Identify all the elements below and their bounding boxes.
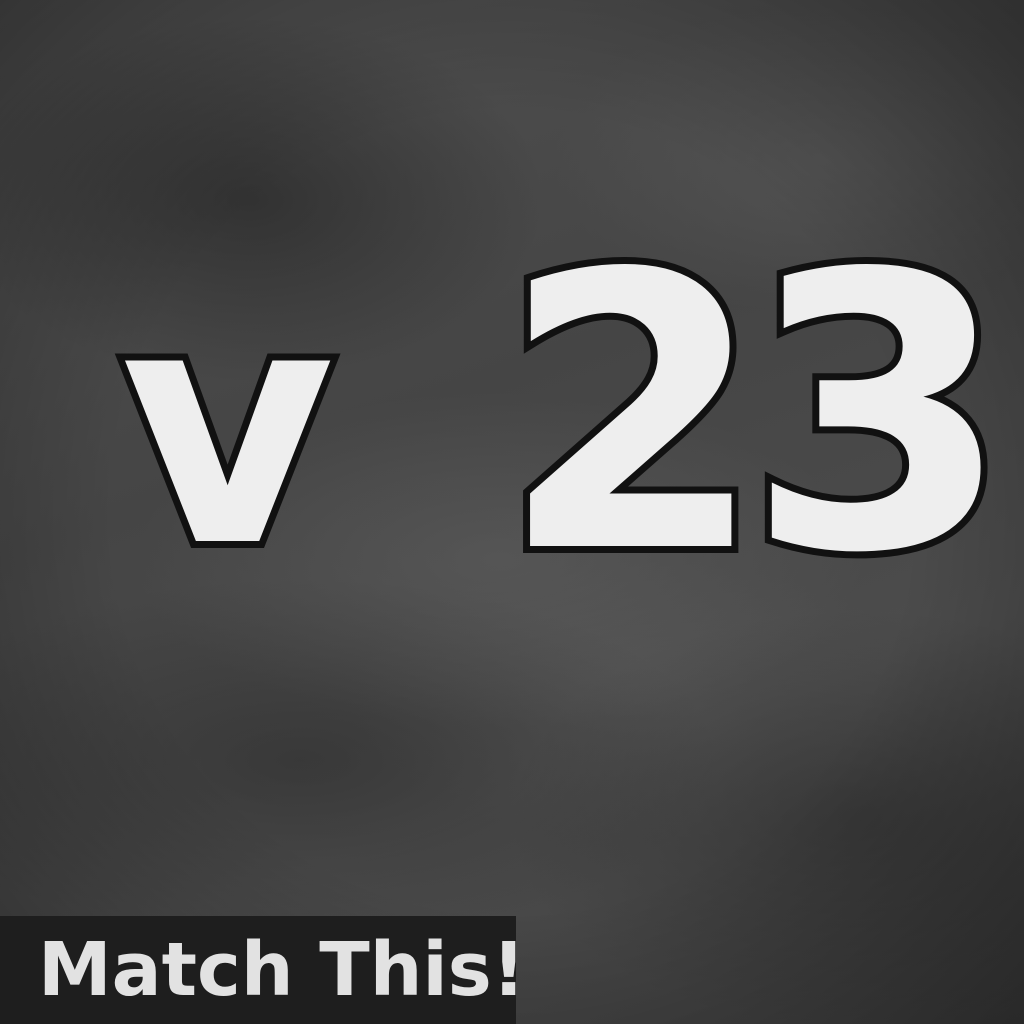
- prompt-label: Match This!: [38, 927, 526, 1013]
- right-challenge-number: 23: [493, 193, 1018, 636]
- prompt-banner: Match This!: [0, 916, 526, 1024]
- game-stage: v 23 Match This!: [0, 0, 1024, 1024]
- left-challenge-glyph: v: [113, 235, 342, 619]
